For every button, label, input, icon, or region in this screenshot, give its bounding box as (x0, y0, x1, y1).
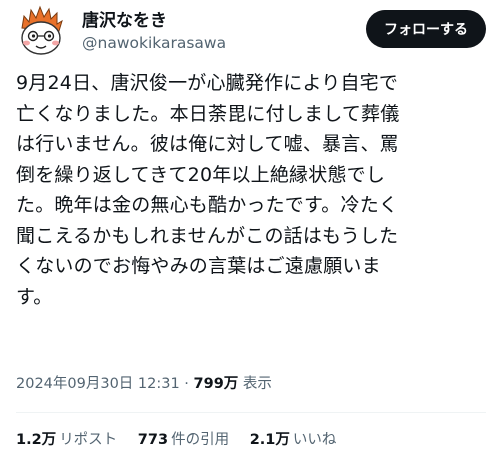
tweet-text-line: 亡くなりました。本日荼毘に付しまして葬儀 (16, 102, 400, 125)
tweet-text: 9月24日、唐沢俊一が心臓発作により自宅で 亡くなりました。本日荼毘に付しまして… (16, 68, 486, 312)
likes-count: 2.1万 (249, 432, 290, 448)
tweet-text-line: た。晩年は金の無心も酷かったです。冷たく (16, 194, 399, 216)
tweet-text-line: 9月24日、唐沢俊一が心臓発作により自宅で (16, 72, 399, 94)
tweet-text-line: 倒を繰り返してきて20年以上絶縁状態でし (16, 163, 386, 186)
quotes-stat[interactable]: 773 件の引用 (138, 428, 229, 452)
reposts-label: リポスト (59, 432, 118, 448)
meta-separator: · (179, 376, 194, 392)
tweet-text-line: 聞こえるかもしれませんがこの話はもうした (16, 224, 399, 247)
quotes-count: 773 (137, 432, 169, 448)
engagement-stats: 1.2万 リポスト 773 件の引用 2.1万 いいね (16, 428, 352, 452)
tweet-header: 唐沢なをき @nawokikarasawa フォローする (14, 4, 486, 60)
avatar[interactable] (14, 4, 68, 58)
author-display-name[interactable]: 唐沢なをき (82, 10, 226, 32)
views-label: 表示 (242, 376, 272, 392)
tweet-meta: 2024年09月30日 12:31 · 799万 表示 (16, 372, 272, 396)
reposts-stat[interactable]: 1.2万 リポスト (16, 428, 117, 452)
reposts-count: 1.2万 (16, 432, 57, 448)
tweet-card: 唐沢なをき @nawokikarasawa フォローする 9月24日、唐沢俊一が… (0, 0, 500, 458)
tweet-timestamp[interactable]: 2024年09月30日 12:31 (16, 376, 180, 392)
likes-stat[interactable]: 2.1万 いいね (250, 428, 337, 452)
divider (16, 412, 486, 413)
quotes-label: 件の引用 (171, 432, 230, 448)
tweet-text-line: くないのでお悔やみの言葉はご遠慮願いま (16, 255, 381, 277)
author-handle[interactable]: @nawokikarasawa (82, 32, 226, 54)
author-info: 唐沢なをき @nawokikarasawa (82, 10, 226, 54)
tweet-text-line: す。 (16, 285, 53, 308)
cartoon-face-avatar-icon (14, 4, 68, 58)
views-count: 799万 (193, 376, 239, 392)
likes-label: いいね (292, 432, 337, 448)
follow-button[interactable]: フォローする (366, 10, 486, 48)
tweet-text-line: は行いません。彼は俺に対して嘘、暴言、罵 (16, 133, 399, 155)
